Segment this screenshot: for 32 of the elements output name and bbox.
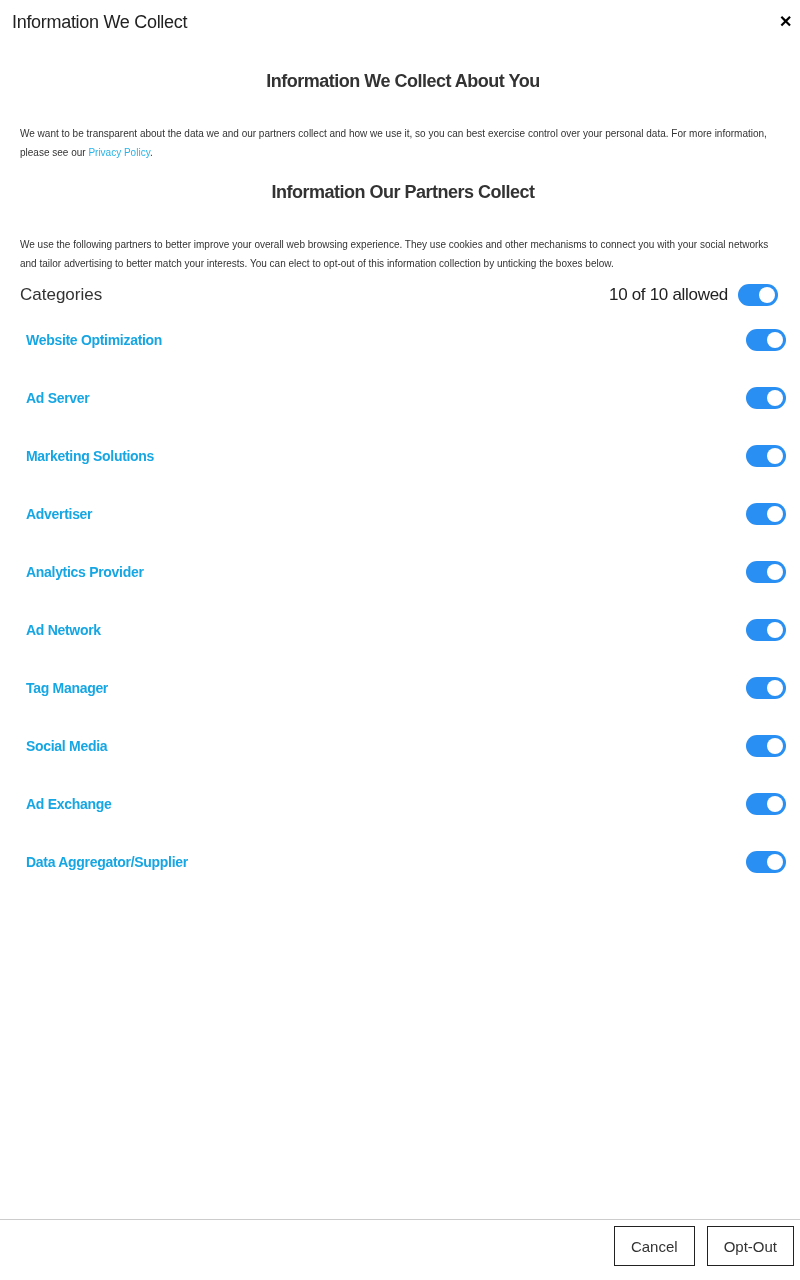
category-switch[interactable] — [746, 445, 786, 467]
category-switch[interactable] — [746, 503, 786, 525]
category-link[interactable]: Advertiser — [26, 506, 93, 522]
category-switch[interactable] — [746, 387, 786, 409]
category-link[interactable]: Website Optimization — [26, 332, 163, 348]
dialog-title: Information We Collect — [12, 12, 188, 33]
category-link[interactable]: Ad Network — [26, 622, 101, 638]
cancel-button[interactable]: Cancel — [613, 1226, 695, 1266]
category-link[interactable]: Marketing Solutions — [26, 448, 155, 464]
category-switch[interactable] — [746, 851, 786, 873]
partners-paragraph: We use the following partners to better improve your overall web browsing experience. They use cookies and other mechanisms to connect you with your social networks and tailor advertising to better match your interests. You can elect to opt-out of this information collection by unticking the boxes below. — [20, 238, 770, 271]
category-switch[interactable] — [746, 561, 786, 583]
category-switch[interactable] — [746, 329, 786, 351]
category-link[interactable]: Social Media — [26, 738, 108, 754]
category-link[interactable]: Tag Manager — [26, 680, 108, 696]
category-link[interactable]: Data Aggregator/Supplier — [26, 854, 188, 870]
category-switch[interactable] — [746, 735, 786, 757]
category-link[interactable]: Ad Server — [26, 390, 90, 406]
section-heading: Information Our Partners Collect — [270, 182, 536, 203]
opt-out-button[interactable]: Opt-Out — [706, 1226, 794, 1266]
allowed-count: 10 of 10 allowed — [609, 285, 728, 305]
category-switch[interactable] — [746, 619, 786, 641]
close-button[interactable]: ✕ — [777, 12, 794, 31]
intro-paragraph: We want to be transparent about the data we and our partners collect and how we use it, so you can best exercise control over your personal data. For more information, please see our Privacy Policy. — [20, 127, 768, 160]
privacy-policy-link[interactable]: Privacy Policy — [88, 147, 150, 158]
categories-label: Categories — [20, 285, 103, 305]
category-link[interactable]: Ad Exchange — [26, 796, 112, 812]
category-switch[interactable] — [746, 793, 786, 815]
toggle-all-switch[interactable] — [738, 284, 778, 306]
section-heading: Information We Collect About You — [265, 71, 541, 92]
category-switch[interactable] — [746, 677, 786, 699]
category-link[interactable]: Analytics Provider — [26, 564, 144, 580]
